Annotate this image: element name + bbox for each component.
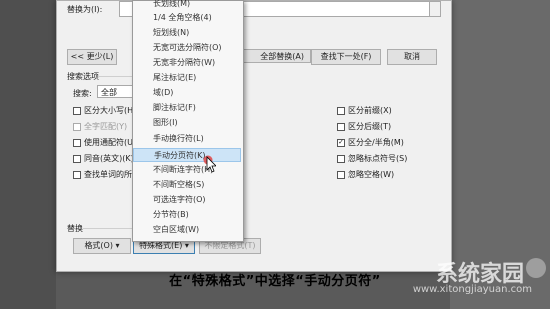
- menu-item-en-dash[interactable]: 短划线(N): [133, 26, 241, 40]
- menu-item-graphic[interactable]: 图形(I): [133, 116, 241, 130]
- checkbox-box: [73, 106, 81, 115]
- checkbox-label: 区分大小写(H): [84, 106, 137, 115]
- checkbox-label: 使用通配符(U): [84, 138, 137, 147]
- replace-all-button[interactable]: 全部替换(A): [243, 49, 311, 63]
- checkbox-box: ✓: [337, 138, 345, 147]
- checkbox-box: [337, 106, 345, 115]
- menu-item-footnote-mark[interactable]: 脚注标记(F): [133, 101, 241, 115]
- ignore-punctuation-checkbox[interactable]: 忽略标点符号(S): [337, 153, 407, 164]
- special-format-menu: 长划线(M) 1/4 全角空格(4) 短划线(N) 无宽可选分隔符(O) 无宽非…: [132, 0, 244, 242]
- menu-item-field[interactable]: 域(D): [133, 86, 241, 100]
- menu-item-no-width-non-break[interactable]: 无宽非分隔符(W): [133, 56, 241, 70]
- search-direction-value: 全部: [101, 88, 117, 97]
- checkbox-label: 忽略空格(W): [348, 170, 395, 179]
- menu-item-non-breaking-space[interactable]: 不间断空格(S): [133, 178, 241, 192]
- all-word-forms-checkbox[interactable]: 查找单词的所: [73, 169, 132, 180]
- match-prefix-checkbox[interactable]: 区分前缀(X): [337, 105, 392, 116]
- less-button[interactable]: << 更少(L): [67, 49, 117, 65]
- checkbox-label: 区分全/半角(M): [348, 138, 404, 147]
- replace-dropdown-arrow[interactable]: [429, 1, 441, 17]
- find-replace-dialog: 替换为(I): << 更少(L) 全部替换(A) 查找下一处(F) 取消 搜索选…: [56, 0, 452, 272]
- watermark-logo-icon: [526, 258, 546, 278]
- sounds-like-checkbox[interactable]: 同音(英文)(K): [73, 153, 134, 164]
- menu-item-manual-page-break[interactable]: 手动分页符(K): [133, 148, 241, 162]
- search-label: 搜索:: [73, 89, 92, 98]
- checkbox-label: 查找单词的所: [84, 170, 132, 179]
- wildcards-checkbox[interactable]: 使用通配符(U): [73, 137, 136, 148]
- menu-item-em-dash[interactable]: 长划线(M): [133, 0, 241, 11]
- checkbox-box: [337, 154, 345, 163]
- menu-item-optional-hyphen[interactable]: 可选连字符(O): [133, 193, 241, 207]
- menu-item-manual-line-break[interactable]: 手动换行符(L): [133, 132, 241, 146]
- match-case-checkbox[interactable]: 区分大小写(H): [73, 105, 136, 116]
- match-width-checkbox[interactable]: ✓ 区分全/半角(M): [337, 137, 404, 148]
- mouse-cursor-icon: [203, 155, 216, 173]
- checkbox-box: [73, 122, 81, 131]
- checkbox-box: [337, 170, 345, 179]
- menu-item-quarter-em-space[interactable]: 1/4 全角空格(4): [133, 11, 241, 25]
- cancel-button[interactable]: 取消: [387, 49, 437, 65]
- menu-item-endnote-mark[interactable]: 尾注标记(E): [133, 71, 241, 85]
- checkbox-label: 忽略标点符号(S): [348, 154, 408, 163]
- checkbox-box: [73, 170, 81, 179]
- search-options-label: 搜索选项: [67, 72, 99, 81]
- checkbox-box: [73, 138, 81, 147]
- menu-item-non-breaking-hyphen[interactable]: 不间断连字符(H): [133, 163, 241, 177]
- checkbox-label: 全字匹配(Y): [84, 122, 128, 131]
- whole-word-checkbox[interactable]: 全字匹配(Y): [73, 121, 127, 132]
- search-direction-select[interactable]: 全部: [97, 85, 137, 98]
- find-next-button[interactable]: 查找下一处(F): [311, 49, 381, 65]
- checkbox-label: 同音(英文)(K): [84, 154, 134, 163]
- menu-item-white-space[interactable]: 空白区域(W): [133, 223, 241, 237]
- checkbox-label: 区分前缀(X): [348, 106, 392, 115]
- replace-with-label: 替换为(I):: [67, 5, 103, 14]
- match-suffix-checkbox[interactable]: 区分后缀(T): [337, 121, 391, 132]
- checkbox-box: [73, 154, 81, 163]
- ignore-spaces-checkbox[interactable]: 忽略空格(W): [337, 169, 394, 180]
- format-button[interactable]: 格式(O) ▾: [73, 238, 131, 254]
- watermark-url: www.xitongjiayuan.com: [412, 284, 532, 295]
- replace-section-label: 替换: [67, 224, 83, 233]
- background-left: [0, 0, 56, 309]
- menu-item-section-break[interactable]: 分节符(B): [133, 208, 241, 222]
- menu-item-optional-break[interactable]: 无宽可选分隔符(O): [133, 41, 241, 55]
- checkbox-box: [337, 122, 345, 131]
- checkbox-label: 区分后缀(T): [348, 122, 392, 131]
